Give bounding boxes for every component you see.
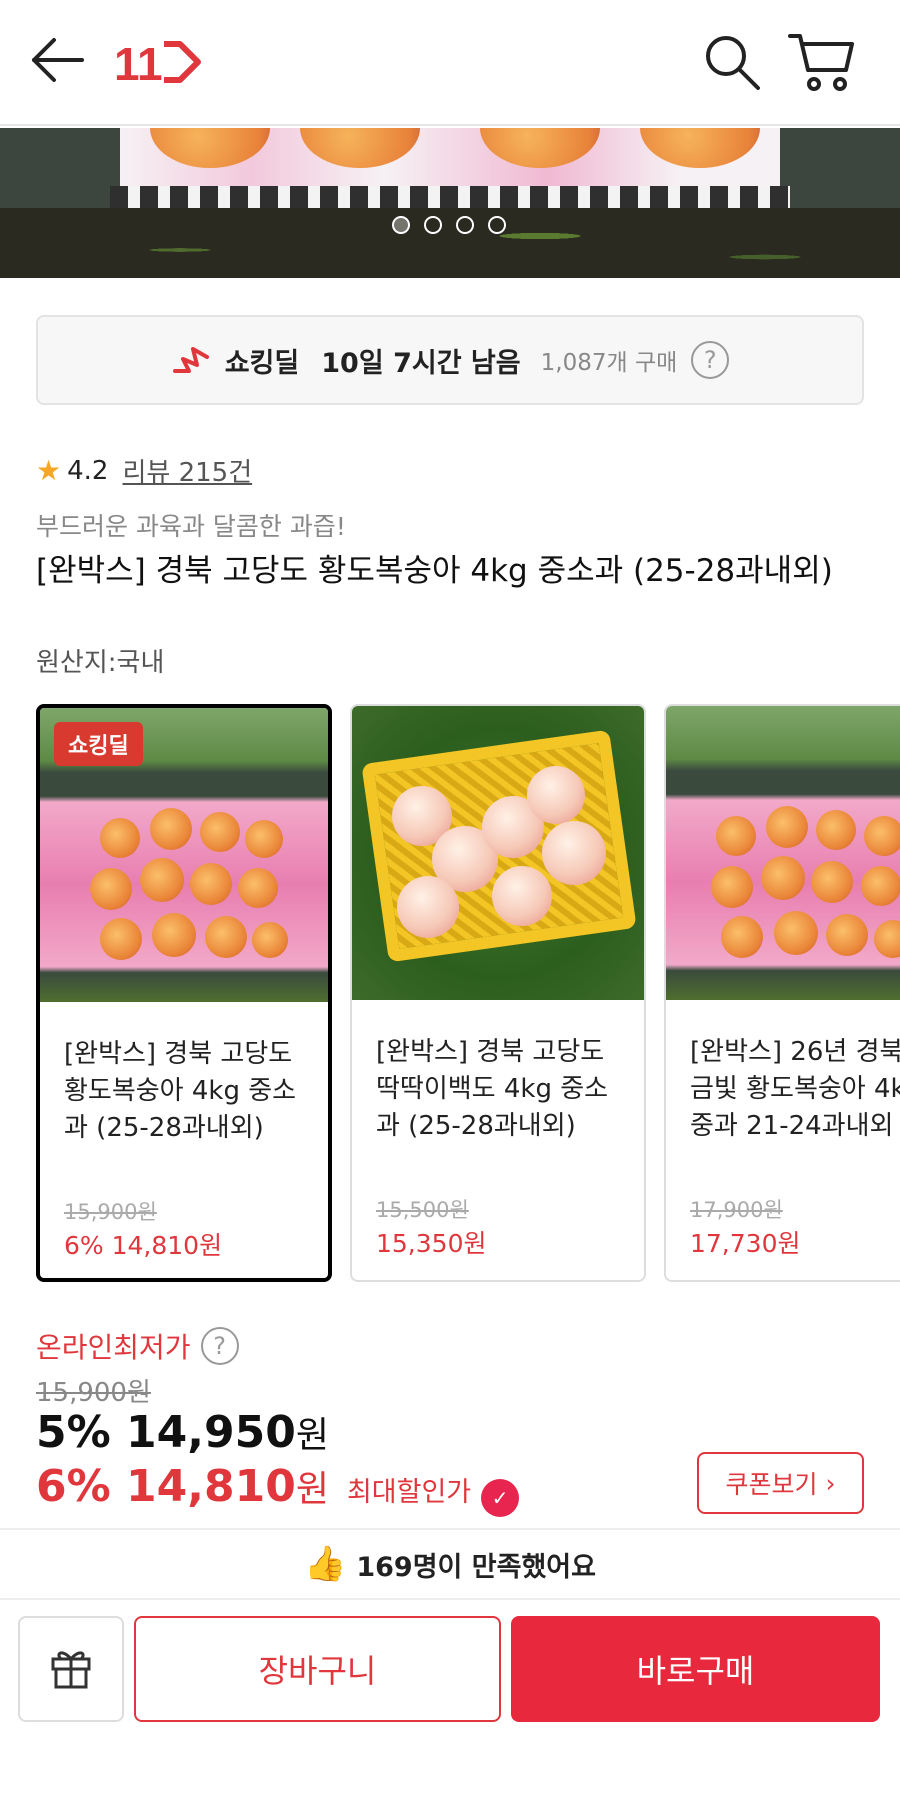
discount-price-amount: 5% 14,950	[36, 1407, 296, 1458]
option-name: [완박스] 경북 고당도 황도복숭아 4kg 중소과 (25-28과내외)	[64, 1039, 297, 1143]
satisfaction-text: 169명이 만족했어요	[356, 1551, 596, 1583]
option-image-peach-basket	[352, 706, 644, 1000]
option-original-price: 15,500원	[376, 1198, 469, 1222]
deal-time-left: 10일 7시간 남음	[321, 347, 521, 379]
currency-unit: 원	[295, 1469, 329, 1510]
deal-purchase-count: 1,087개 구매	[540, 350, 678, 376]
deal-help-icon[interactable]: ?	[691, 341, 730, 379]
shocking-deal-bar[interactable]: 쇼킹딜 10일 7시간 남음 1,087개 구매 ?	[36, 315, 864, 405]
carousel-dot-3[interactable]	[456, 216, 474, 234]
chevron-right-icon: ›	[825, 1468, 836, 1498]
thumbs-up-icon: 👍	[304, 1544, 347, 1584]
view-coupon-button[interactable]: 쿠폰보기 ›	[697, 1452, 864, 1514]
max-discount-amount: 6% 14,810	[36, 1461, 296, 1512]
hero-box-stripe	[110, 186, 790, 208]
max-discount-expand-icon[interactable]: ✓	[481, 1479, 520, 1517]
logo-text: 11	[114, 38, 163, 90]
original-price: 15,900원	[36, 1378, 151, 1408]
rating-row: ★ 4.2 리뷰 215건	[36, 452, 252, 489]
option-card-1[interactable]: 쇼킹딜 [완박스] 경북 고당도 황도복숭아 4kg 중소과 (25-28과내외…	[36, 704, 332, 1282]
carousel-dots	[392, 216, 506, 234]
back-arrow-icon[interactable]	[28, 30, 88, 90]
max-discount-label: 최대할인가	[346, 1477, 472, 1508]
carousel-dot-4[interactable]	[488, 216, 506, 234]
gift-button[interactable]	[18, 1616, 124, 1722]
lowest-price-row: 온라인최저가 ?	[36, 1326, 239, 1366]
product-origin: 원산지:국내	[36, 648, 165, 678]
add-to-cart-button[interactable]: 장바구니	[134, 1616, 501, 1722]
product-subtitle: 부드러운 과육과 달콤한 과즙!	[36, 512, 346, 541]
eleven-street-logo[interactable]: 11	[112, 34, 202, 90]
option-badge: 쇼킹딜	[54, 722, 143, 766]
option-price: 17,730원	[690, 1229, 801, 1258]
rating-score: 4.2	[67, 455, 109, 486]
satisfaction-banner: 👍 169명이 만족했어요	[0, 1528, 900, 1600]
buy-now-button[interactable]: 바로구매	[511, 1616, 880, 1722]
option-name: [완박스] 경북 고당도 딱딱이백도 4kg 중소과 (25-28과내외)	[376, 1037, 609, 1141]
option-name: [완박스] 26년 경북 황금빛 황도복숭아 4kg 중과 21-24과내외	[690, 1037, 900, 1141]
max-discount-price: 6% 14,810원	[36, 1460, 329, 1512]
product-image-carousel[interactable]	[0, 128, 900, 278]
gift-icon	[47, 1643, 95, 1695]
option-card-2[interactable]: [완박스] 경북 고당도 딱딱이백도 4kg 중소과 (25-28과내외) 15…	[350, 704, 646, 1282]
shocking-deal-icon	[171, 343, 211, 377]
shocking-deal-label: 쇼킹딜	[224, 347, 300, 379]
top-header: 11	[0, 0, 900, 126]
option-image-peach-box	[666, 706, 900, 1000]
star-icon: ★	[36, 453, 62, 487]
max-discount-row: 6% 14,810원 최대할인가 ✓	[36, 1460, 520, 1517]
bottom-action-bar: 장바구니 바로구매	[0, 1600, 900, 1817]
discount-price: 5% 14,950원	[36, 1406, 329, 1458]
currency-unit: 원	[295, 1415, 329, 1456]
product-title: [완박스] 경북 고당도 황도복숭아 4kg 중소과 (25-28과내외)	[36, 553, 833, 589]
option-card-3[interactable]: [완박스] 26년 경북 황금빛 황도복숭아 4kg 중과 21-24과내외 1…	[664, 704, 900, 1282]
option-price: 15,350원	[376, 1229, 487, 1258]
option-price: 6% 14,810원	[64, 1231, 223, 1260]
lowest-price-help-icon[interactable]: ?	[200, 1327, 239, 1365]
option-original-price: 17,900원	[690, 1198, 783, 1222]
review-count-link[interactable]: 리뷰 215건	[122, 452, 252, 489]
carousel-dot-1[interactable]	[392, 216, 410, 234]
coupon-button-label: 쿠폰보기	[725, 1470, 818, 1499]
option-original-price: 15,900원	[64, 1200, 157, 1224]
cart-icon[interactable]	[788, 30, 858, 94]
search-icon[interactable]	[700, 30, 764, 94]
carousel-dot-2[interactable]	[424, 216, 442, 234]
lowest-price-label: 온라인최저가	[36, 1331, 191, 1364]
option-carousel[interactable]: 쇼킹딜 [완박스] 경북 고당도 황도복숭아 4kg 중소과 (25-28과내외…	[36, 704, 900, 1282]
